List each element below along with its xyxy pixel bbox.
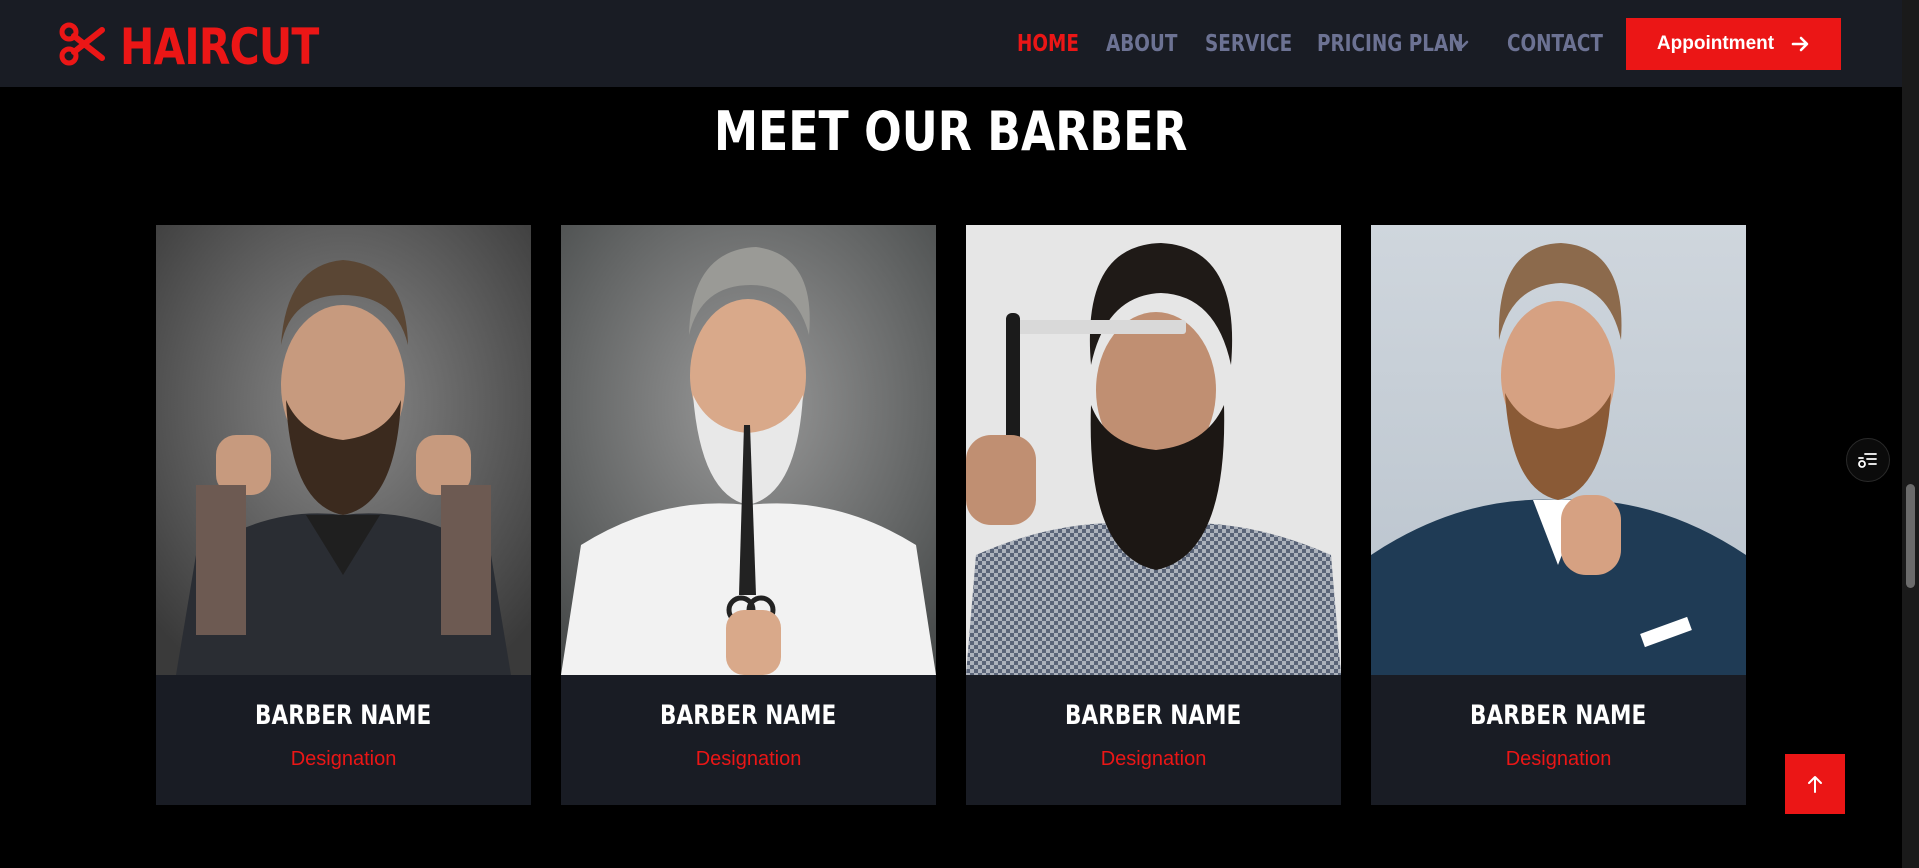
- page-scrollbar[interactable]: [1902, 0, 1919, 868]
- barber-name: BARBER NAME: [255, 700, 432, 731]
- section-title-text: MEET OUR BARBER: [714, 100, 1188, 163]
- barber-photo: [1371, 225, 1746, 675]
- barber-card[interactable]: BARBER NAME Designation: [561, 225, 936, 805]
- barber-designation: Designation: [695, 748, 802, 770]
- barber-designation: Designation: [1505, 748, 1612, 770]
- scrollbar-thumb[interactable]: [1906, 484, 1915, 588]
- nav-contact[interactable]: CONTACT: [1507, 30, 1627, 58]
- appointment-button[interactable]: Appointment: [1626, 18, 1841, 70]
- barber-card[interactable]: BARBER NAME Designation: [1371, 225, 1746, 805]
- settings-list-icon: [1858, 453, 1877, 468]
- floating-settings-widget[interactable]: [1846, 438, 1890, 482]
- nav-service-label: SERVICE: [1205, 31, 1293, 57]
- nav-pricing-plan[interactable]: PRICING PLAN: [1317, 30, 1500, 58]
- barber-photo: [966, 225, 1341, 675]
- nav-service[interactable]: SERVICE: [1205, 30, 1314, 58]
- nav-home[interactable]: HOME: [1017, 30, 1094, 58]
- nav-about-label: ABOUT: [1106, 31, 1178, 57]
- barber-name: BARBER NAME: [660, 700, 837, 731]
- barber-card[interactable]: BARBER NAME Designation: [156, 225, 531, 805]
- nav-pricing-plan-label: PRICING PLAN: [1317, 31, 1464, 57]
- barber-name: BARBER NAME: [1065, 700, 1242, 731]
- back-to-top-button[interactable]: [1785, 754, 1845, 814]
- barber-designation: Designation: [290, 748, 397, 770]
- brand-name: HAIRCUT: [120, 17, 319, 76]
- barber-photo: [156, 225, 531, 675]
- nav-contact-label: CONTACT: [1507, 31, 1603, 57]
- scissors-icon: [58, 20, 106, 73]
- nav-home-label: HOME: [1017, 31, 1079, 57]
- navbar: HAIRCUT HOME ABOUT SERVICE PRICING PLAN …: [0, 0, 1902, 87]
- arrow-right-icon: [1791, 36, 1809, 52]
- chevron-down-icon: [1454, 36, 1470, 52]
- barber-photo: [561, 225, 936, 675]
- barber-designation: Designation: [1100, 748, 1207, 770]
- section-title: MEET OUR BARBER: [0, 100, 1902, 163]
- appointment-button-label: Appointment: [1656, 33, 1775, 54]
- nav-about[interactable]: ABOUT: [1106, 30, 1195, 58]
- arrow-up-icon: [1808, 776, 1822, 793]
- brand-logo[interactable]: HAIRCUT: [58, 20, 362, 73]
- barber-card[interactable]: BARBER NAME Designation: [966, 225, 1341, 805]
- barber-name: BARBER NAME: [1470, 700, 1647, 731]
